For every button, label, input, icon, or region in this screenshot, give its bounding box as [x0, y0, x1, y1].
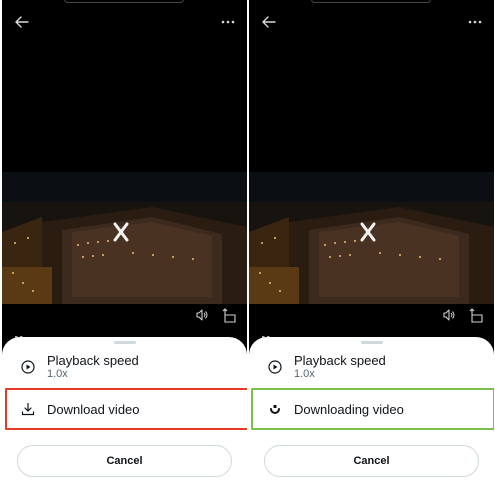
play-circle-icon [267, 359, 283, 375]
playback-speed-value: 1.0x [294, 368, 315, 380]
sheet-handle[interactable] [361, 341, 383, 344]
downloading-video-label: Downloading video [294, 401, 404, 417]
download-video-option[interactable]: Download video [2, 390, 247, 428]
download-video-label: Download video [47, 401, 140, 417]
video-panel-before: Playback speed 1.0x Download video Cance… [2, 0, 247, 482]
video-frame[interactable] [2, 172, 247, 304]
options-sheet: Playback speed 1.0x Downloading video Ca… [249, 337, 494, 482]
speaker-icon[interactable] [442, 308, 456, 322]
sheet-handle[interactable] [114, 341, 136, 344]
rotate-screen-icon[interactable] [469, 307, 483, 323]
back-arrow-icon[interactable] [13, 13, 31, 31]
cancel-button[interactable]: Cancel [17, 445, 232, 477]
more-options-icon[interactable] [465, 13, 485, 31]
playback-speed-option[interactable]: Playback speed 1.0x [249, 349, 494, 385]
back-arrow-icon[interactable] [260, 13, 278, 31]
cancel-button[interactable]: Cancel [264, 445, 479, 477]
playback-speed-option[interactable]: Playback speed 1.0x [2, 349, 247, 385]
speaker-icon[interactable] [195, 308, 209, 322]
video-frame[interactable] [249, 172, 494, 304]
status-notch [64, 0, 184, 3]
downloading-video-option[interactable]: Downloading video [249, 390, 494, 428]
more-options-icon[interactable] [218, 13, 238, 31]
playback-speed-title: Playback speed [294, 353, 386, 368]
download-icon [20, 401, 36, 417]
options-sheet: Playback speed 1.0x Download video Cance… [2, 337, 247, 482]
playback-speed-value: 1.0x [47, 368, 68, 380]
status-notch [311, 0, 431, 3]
spinner-icon [267, 401, 283, 417]
rotate-screen-icon[interactable] [222, 307, 236, 323]
play-circle-icon [20, 359, 36, 375]
video-panel-after: Playback speed 1.0x Downloading video Ca… [249, 0, 494, 482]
playback-speed-title: Playback speed [47, 353, 139, 368]
